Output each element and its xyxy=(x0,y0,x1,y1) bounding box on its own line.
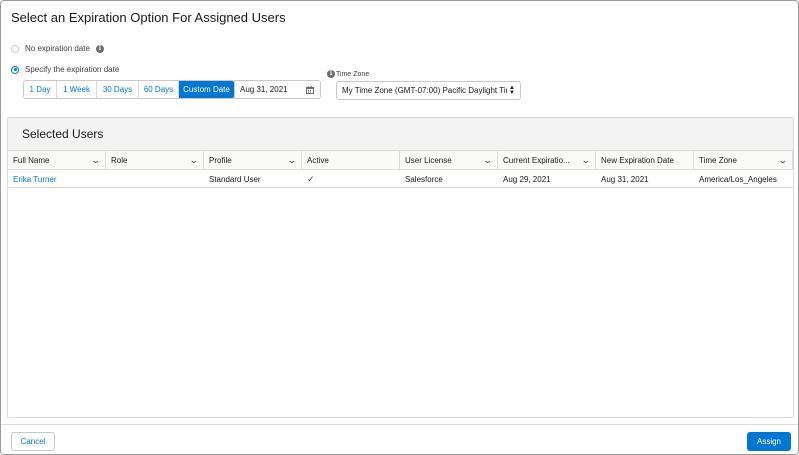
column-header-profile[interactable]: Profile ⌄ xyxy=(204,151,302,170)
selected-users-title: Selected Users xyxy=(22,127,104,141)
column-label: New Expiration Date xyxy=(601,156,674,165)
user-profile-cell: Standard User xyxy=(209,175,261,184)
table-row: Erika Turner Standard User ✓ Salesforce … xyxy=(8,171,793,188)
chevron-down-icon[interactable]: ⌄ xyxy=(189,155,199,166)
chevron-down-icon[interactable]: ⌄ xyxy=(483,155,493,166)
duration-1-day-button[interactable]: 1 Day xyxy=(24,81,57,98)
column-label: Profile xyxy=(209,156,232,165)
expiration-date-value: Aug 31, 2021 xyxy=(240,85,288,94)
timezone-label: i Time Zone xyxy=(327,70,369,78)
expiration-date-input[interactable]: Aug 31, 2021 xyxy=(234,80,321,99)
info-icon[interactable]: i xyxy=(95,44,104,53)
expiration-dialog: Select an Expiration Option For Assigned… xyxy=(0,0,799,455)
duration-60-days-button[interactable]: 60 Days xyxy=(139,81,179,98)
user-name-link[interactable]: Erika Turner xyxy=(8,171,106,188)
chevron-down-icon[interactable]: ⌄ xyxy=(581,155,591,166)
column-header-new-expiration[interactable]: New Expiration Date xyxy=(596,151,694,170)
column-header-role[interactable]: Role ⌄ xyxy=(106,151,204,170)
selected-users-table: Full Name ⌄ Role ⌄ Profile ⌄ Active User… xyxy=(8,150,793,417)
new-expiration-cell: Aug 31, 2021 xyxy=(601,175,649,184)
chevron-down-icon[interactable]: ⌄ xyxy=(778,155,788,166)
column-header-full-name[interactable]: Full Name ⌄ xyxy=(8,151,106,170)
current-expiration-cell: Aug 29, 2021 xyxy=(503,175,551,184)
duration-button-group: 1 Day 1 Week 30 Days 60 Days Custom Date xyxy=(23,80,235,99)
timezone-info-icon[interactable]: i xyxy=(327,70,335,78)
user-license-cell: Salesforce xyxy=(405,175,443,184)
specify-expiration-option[interactable]: Specify the expiration date xyxy=(11,65,119,74)
no-expiration-label: No expiration date xyxy=(25,44,90,53)
column-label: Active xyxy=(307,156,329,165)
column-label: Full Name xyxy=(13,156,50,165)
column-label: Time Zone xyxy=(699,156,737,165)
calendar-icon[interactable] xyxy=(306,85,314,94)
column-header-time-zone[interactable]: Time Zone ⌄ xyxy=(694,151,793,170)
timezone-label-text: Time Zone xyxy=(336,70,370,78)
select-arrows-icon: ▲ ▼ xyxy=(509,84,515,96)
specify-expiration-label: Specify the expiration date xyxy=(25,65,120,74)
duration-1-week-button[interactable]: 1 Week xyxy=(57,81,97,98)
time-zone-cell: America/Los_Angeles xyxy=(699,175,777,184)
active-check-icon: ✓ xyxy=(307,174,315,184)
no-expiration-radio[interactable] xyxy=(11,44,19,53)
selected-users-card: Selected Users Full Name ⌄ Role ⌄ Profil… xyxy=(7,117,794,418)
chevron-down-icon[interactable]: ⌄ xyxy=(287,155,297,166)
column-label: Current Expiratio... xyxy=(503,156,570,165)
user-role-cell xyxy=(106,171,204,188)
table-header: Full Name ⌄ Role ⌄ Profile ⌄ Active User… xyxy=(8,151,793,170)
timezone-select-value: My Time Zone (GMT-07:00) Pacific Dayligh… xyxy=(342,86,508,95)
column-header-user-license[interactable]: User License ⌄ xyxy=(400,151,498,170)
chevron-down-icon[interactable]: ⌄ xyxy=(91,155,101,166)
duration-30-days-button[interactable]: 30 Days xyxy=(97,81,139,98)
specify-expiration-radio[interactable] xyxy=(11,65,19,74)
cancel-button[interactable]: Cancel xyxy=(11,432,55,451)
timezone-select[interactable]: My Time Zone (GMT-07:00) Pacific Dayligh… xyxy=(336,81,521,100)
column-label: User License xyxy=(405,156,452,165)
column-label: Role xyxy=(111,156,128,165)
dialog-footer: Cancel Assign xyxy=(1,424,798,454)
assign-button[interactable]: Assign xyxy=(747,432,791,451)
column-header-current-expiration[interactable]: Current Expiratio... ⌄ xyxy=(498,151,596,170)
no-expiration-option[interactable]: No expiration date i xyxy=(11,44,104,53)
dialog-title: Select an Expiration Option For Assigned… xyxy=(11,10,286,25)
duration-custom-date-button[interactable]: Custom Date xyxy=(179,81,234,98)
column-header-active[interactable]: Active xyxy=(302,151,400,170)
